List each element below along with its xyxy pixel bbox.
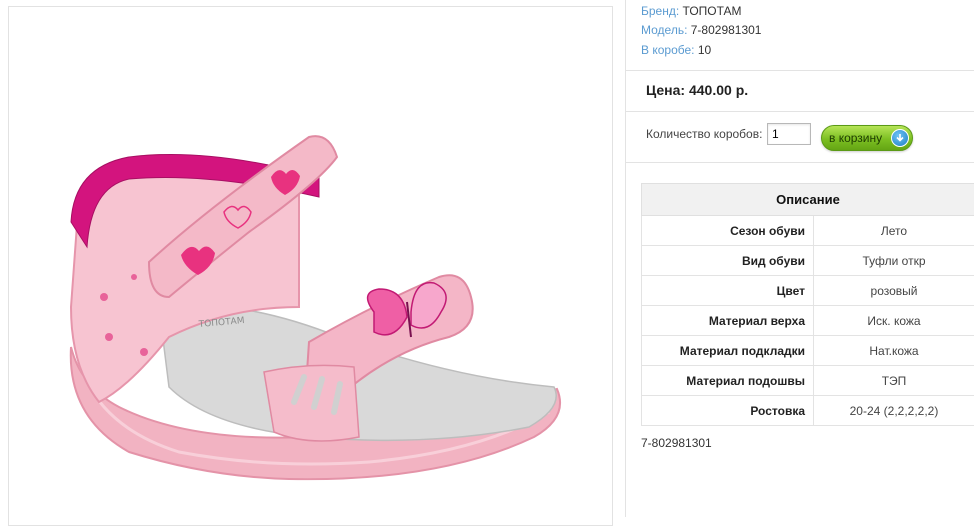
- divider: [626, 70, 974, 71]
- description-table: Описание Сезон обуви Лето Вид обуви Туфл…: [641, 183, 974, 426]
- spec-key: Сезон обуви: [642, 216, 814, 246]
- table-row: Материал подкладки Нат.кожа: [642, 336, 974, 366]
- meta-model: Модель: 7-802981301: [641, 22, 761, 38]
- product-image[interactable]: ТОПОТАМ: [8, 6, 613, 526]
- meta-box-value: 10: [698, 43, 711, 57]
- meta-brand-value: ТОПОТАМ: [683, 4, 742, 18]
- table-row: Ростовка 20-24 (2,2,2,2,2): [642, 396, 974, 426]
- spec-key: Цвет: [642, 276, 814, 306]
- meta-brand: Бренд: ТОПОТАМ: [641, 3, 742, 19]
- spec-key: Вид обуви: [642, 246, 814, 276]
- add-to-cart-label: в корзину: [829, 131, 882, 145]
- spec-value: Иск. кожа: [814, 306, 974, 336]
- article-number: 7-802981301: [641, 436, 712, 450]
- meta-model-label: Модель:: [641, 23, 687, 37]
- meta-brand-label: Бренд:: [641, 4, 679, 18]
- description-title: Описание: [642, 184, 974, 216]
- meta-model-value: 7-802981301: [691, 23, 762, 37]
- table-row: Сезон обуви Лето: [642, 216, 974, 246]
- spec-key: Материал подкладки: [642, 336, 814, 366]
- table-row: Материал верха Иск. кожа: [642, 306, 974, 336]
- divider: [626, 162, 974, 163]
- spec-key: Материал верха: [642, 306, 814, 336]
- spec-value: 20-24 (2,2,2,2,2): [814, 396, 974, 426]
- quantity-input[interactable]: [767, 123, 811, 145]
- quantity-label: Количество коробов:: [646, 127, 762, 141]
- spec-value: розовый: [814, 276, 974, 306]
- spec-value: Лето: [814, 216, 974, 246]
- spec-key: Материал подошвы: [642, 366, 814, 396]
- spec-value: ТЭП: [814, 366, 974, 396]
- table-row: Цвет розовый: [642, 276, 974, 306]
- price: Цена: 440.00 р.: [646, 82, 748, 98]
- column-divider: [625, 0, 626, 517]
- cart-arrow-icon: [891, 129, 909, 147]
- table-row: Материал подошвы ТЭП: [642, 366, 974, 396]
- add-to-cart-button[interactable]: в корзину: [821, 125, 913, 151]
- divider: [626, 111, 974, 112]
- meta-box: В коробе: 10: [641, 42, 711, 58]
- spec-value: Нат.кожа: [814, 336, 974, 366]
- spec-key: Ростовка: [642, 396, 814, 426]
- table-row: Вид обуви Туфли откр: [642, 246, 974, 276]
- meta-box-label: В коробе:: [641, 43, 695, 57]
- spec-value: Туфли откр: [814, 246, 974, 276]
- sandal-illustration: ТОПОТАМ: [9, 7, 614, 527]
